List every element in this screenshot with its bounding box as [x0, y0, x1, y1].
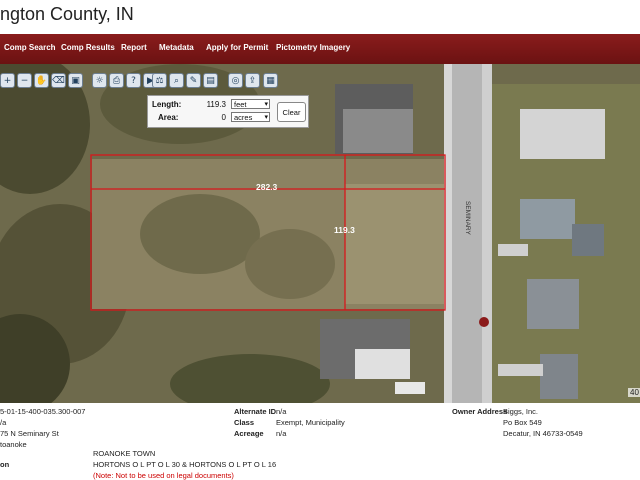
pan-icon[interactable]: ✋	[34, 73, 49, 88]
measure-label-side: 119.3	[334, 225, 355, 235]
buffer-icon[interactable]: ◎	[228, 73, 243, 88]
owner-name: Biggs, Inc.	[503, 407, 539, 416]
select-icon[interactable]: ▣	[68, 73, 83, 88]
save-icon[interactable]: ▦	[263, 73, 278, 88]
app-header: ington County, IN	[0, 0, 640, 34]
nav-metadata[interactable]: Metadata	[159, 43, 194, 52]
street-label: SEMINARY	[464, 201, 471, 235]
query-icon[interactable]: ?	[126, 73, 141, 88]
main-nav: Comp Search Comp Results Report Metadata…	[0, 34, 640, 66]
export-icon[interactable]: ⇪	[245, 73, 260, 88]
owner-po-box: Po Box 549	[503, 418, 542, 427]
class-value: Exempt, Municipality	[276, 418, 345, 427]
search-icon[interactable]: ⌕	[169, 73, 184, 88]
acreage-value: n/a	[276, 429, 287, 438]
acreage-label: Acreage	[234, 429, 264, 438]
legal-town: ROANOKE TOWN	[93, 449, 156, 458]
parcel-id: 5-01-15-400-035.300-007	[0, 407, 86, 416]
measure-overlay: 282.3 119.3 SEMINARY	[90, 154, 471, 311]
property-city: toanoke	[0, 440, 27, 449]
alt-id-value: n/a	[276, 407, 287, 416]
zoom-in-icon[interactable]: +	[0, 73, 15, 88]
nav-apply-permit[interactable]: Apply for Permit	[206, 43, 268, 52]
nav-comp-search[interactable]: Comp Search	[4, 43, 56, 52]
parcel-info-panel: 5-01-15-400-035.300-007 /a 75 N Seminary…	[0, 403, 640, 480]
legal-label: on	[0, 460, 10, 469]
area-label: Area:	[158, 113, 179, 122]
measure-label-top: 282.3	[256, 182, 278, 192]
page-title: ington County, IN	[0, 4, 134, 24]
owner-address-label: Owner Address	[452, 407, 508, 416]
nav-report[interactable]: Report	[121, 43, 147, 52]
nav-comp-results[interactable]: Comp Results	[61, 43, 115, 52]
length-unit-select[interactable]: feet ▾	[231, 99, 270, 109]
parcel-outline	[90, 154, 446, 311]
chevron-down-icon: ▾	[264, 114, 268, 121]
class-label: Class	[234, 418, 255, 427]
nav-pictometry[interactable]: Pictometry Imagery	[276, 43, 350, 52]
layers-icon[interactable]: ▤	[203, 73, 218, 88]
zoom-out-icon[interactable]: −	[17, 73, 32, 88]
clear-button[interactable]: Clear	[277, 102, 306, 122]
scale-bar-label: 40	[628, 388, 640, 397]
area-value: 0	[221, 113, 226, 122]
draw-icon[interactable]: ✎	[186, 73, 201, 88]
length-value: 119.3	[206, 100, 226, 109]
property-address: 75 N Seminary St	[0, 429, 59, 438]
chevron-down-icon: ▾	[264, 101, 268, 108]
map-view[interactable]: 282.3 119.3 SEMINARY	[0, 64, 640, 403]
length-label: Length:	[152, 100, 182, 109]
measure-panel: Length: 119.3 feet ▾ Area: 0 acres ▾ Clear	[147, 95, 309, 128]
legal-description: HORTONS O L PT O L 30 & HORTONS O L PT O…	[93, 460, 277, 469]
area-unit-select[interactable]: acres ▾	[231, 112, 270, 122]
alt-id-label: Alternate ID	[234, 407, 277, 416]
measure-icon[interactable]: ⚖	[152, 73, 167, 88]
print-icon[interactable]: ⎙	[109, 73, 124, 88]
owner-city: Decatur, IN 46733-0549	[503, 429, 583, 438]
eraser-icon[interactable]: ⌫	[51, 73, 66, 88]
lightbulb-icon[interactable]: ☼	[92, 73, 107, 88]
legal-note: (Note: Not to be used on legal documents…	[93, 471, 234, 480]
parcel-line2: /a	[0, 418, 7, 427]
